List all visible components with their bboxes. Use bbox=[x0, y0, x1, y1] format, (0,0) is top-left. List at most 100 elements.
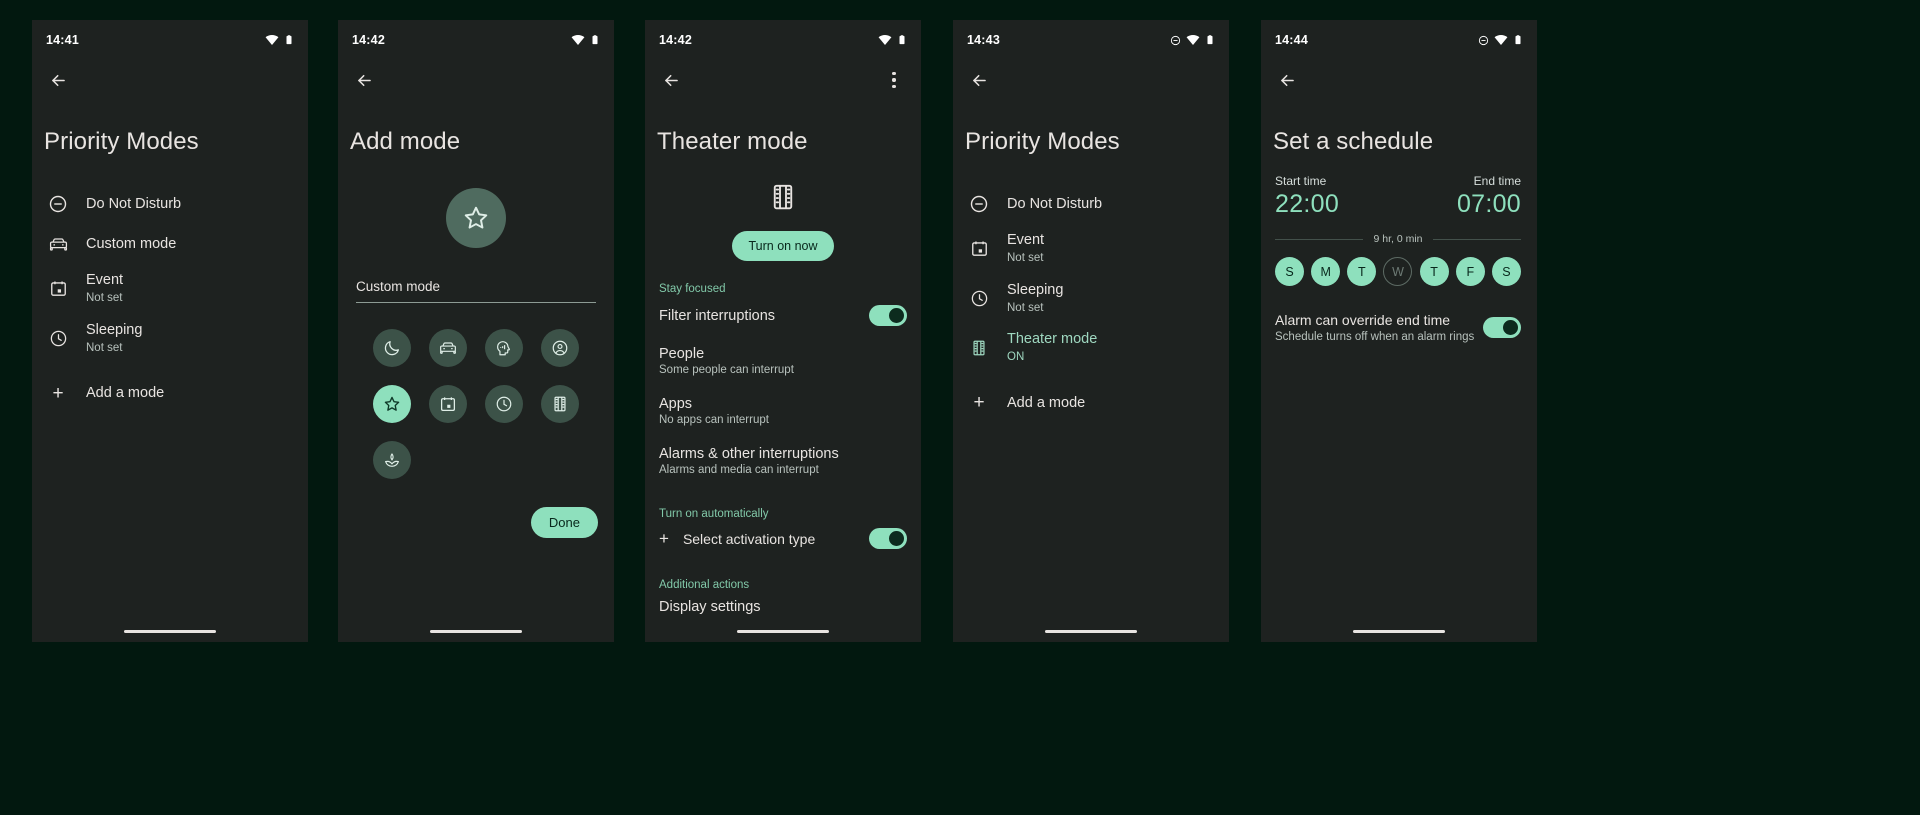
status-icon-group bbox=[1170, 33, 1215, 47]
screenshot-stage: 14:41 Priority Modes Do Not Disturb Cust… bbox=[0, 0, 1920, 815]
page-title: Priority Modes bbox=[965, 128, 1120, 155]
back-arrow-icon[interactable] bbox=[45, 67, 71, 93]
day-chip-sunday[interactable]: S bbox=[1275, 257, 1304, 286]
status-icon-group bbox=[1478, 33, 1523, 47]
spa-flower-icon[interactable] bbox=[373, 441, 411, 479]
mode-text: Do Not Disturb bbox=[86, 195, 181, 213]
home-indicator bbox=[1353, 630, 1445, 633]
page-title: Set a schedule bbox=[1273, 128, 1434, 155]
turn-on-container: Turn on now bbox=[645, 231, 921, 261]
day-chip-saturday[interactable]: S bbox=[1491, 257, 1521, 286]
moon-icon[interactable] bbox=[373, 329, 411, 367]
mode-row-do-not-disturb[interactable]: Do Not Disturb bbox=[32, 184, 308, 224]
wifi-icon bbox=[1186, 35, 1200, 45]
add-mode-label: Add a mode bbox=[1007, 394, 1086, 411]
star-icon[interactable] bbox=[373, 385, 411, 423]
plus-icon: + bbox=[973, 392, 985, 414]
mode-row-sleeping[interactable]: Sleeping Not set bbox=[32, 314, 308, 364]
more-vert-icon[interactable] bbox=[883, 68, 905, 92]
start-time-label: Start time bbox=[1275, 174, 1327, 188]
toggle-knob bbox=[889, 308, 904, 323]
status-bar: 14:43 bbox=[953, 20, 1229, 60]
setting-title: Alarms & other interruptions bbox=[659, 446, 839, 462]
page-title: Add mode bbox=[350, 128, 461, 155]
home-indicator bbox=[737, 630, 829, 633]
mode-subtitle: Not set bbox=[86, 292, 123, 305]
battery-icon bbox=[592, 35, 598, 45]
status-clock: 14:41 bbox=[46, 33, 79, 47]
mode-text: Theater mode ON bbox=[1007, 330, 1097, 366]
back-arrow-icon[interactable] bbox=[966, 67, 992, 93]
setting-row-alarm-override[interactable]: Alarm can override end time Schedule tur… bbox=[1261, 286, 1537, 343]
alarm-override-subtitle: Schedule turns off when an alarm rings bbox=[1275, 331, 1475, 343]
start-time-block[interactable]: Start time 22:00 bbox=[1275, 174, 1339, 219]
setting-text: People Some people can interrupt bbox=[659, 346, 794, 376]
mode-row-sleeping[interactable]: Sleeping Not set bbox=[953, 274, 1229, 324]
battery-icon bbox=[899, 35, 905, 45]
back-arrow-icon[interactable] bbox=[1274, 67, 1300, 93]
dnd-small-icon bbox=[1478, 35, 1489, 45]
head-sound-icon[interactable] bbox=[485, 329, 523, 367]
mode-row-event[interactable]: Event Not set bbox=[953, 224, 1229, 274]
day-chip-monday[interactable]: M bbox=[1311, 257, 1341, 286]
mode-row-event[interactable]: Event Not set bbox=[32, 264, 308, 314]
turn-on-now-button[interactable]: Turn on now bbox=[732, 231, 834, 261]
mode-subtitle: Not set bbox=[1007, 301, 1044, 314]
person-circle-icon[interactable] bbox=[541, 329, 579, 367]
back-arrow-icon[interactable] bbox=[351, 67, 377, 93]
mode-row-do-not-disturb[interactable]: Do Not Disturb bbox=[953, 184, 1229, 224]
setting-text: Apps No apps can interrupt bbox=[659, 396, 769, 426]
day-chip-friday[interactable]: F bbox=[1455, 257, 1485, 286]
setting-row-apps[interactable]: Apps No apps can interrupt bbox=[645, 386, 921, 436]
mode-name-input[interactable]: Custom mode bbox=[356, 278, 596, 303]
clock-icon bbox=[46, 326, 70, 350]
status-clock: 14:43 bbox=[967, 33, 1000, 47]
setting-subtitle: Some people can interrupt bbox=[659, 364, 794, 376]
activation-left: + Select activation type bbox=[659, 530, 815, 547]
battery-icon bbox=[1515, 35, 1521, 45]
filter-interruptions-toggle[interactable] bbox=[869, 305, 907, 326]
car-icon[interactable] bbox=[429, 329, 467, 367]
phone-screen-add-mode: 14:42 Add mode Custom mode Done bbox=[338, 20, 614, 642]
status-bar: 14:44 bbox=[1261, 20, 1537, 60]
setting-row-alarms[interactable]: Alarms & other interruptions Alarms and … bbox=[645, 436, 921, 486]
done-button-container: Done bbox=[338, 479, 614, 538]
setting-row-people[interactable]: People Some people can interrupt bbox=[645, 336, 921, 386]
mode-list: Do Not Disturb Event Not set Sleeping No… bbox=[953, 184, 1229, 423]
setting-row-select-activation-type[interactable]: + Select activation type bbox=[645, 520, 921, 557]
film-strip-icon[interactable] bbox=[541, 385, 579, 423]
start-time-value: 22:00 bbox=[1275, 190, 1340, 218]
mode-row-theater-mode[interactable]: Theater mode ON bbox=[953, 323, 1229, 373]
duration-line-right bbox=[1432, 238, 1521, 240]
day-chip-thursday[interactable]: T bbox=[1419, 257, 1449, 286]
done-button[interactable]: Done bbox=[530, 507, 598, 538]
day-chip-tuesday[interactable]: T bbox=[1347, 257, 1377, 286]
end-time-label: End time bbox=[1473, 174, 1521, 188]
setting-row-display-settings[interactable]: Display settings bbox=[645, 591, 921, 615]
back-arrow-icon[interactable] bbox=[658, 67, 684, 93]
add-mode-button[interactable]: + Add a mode bbox=[953, 383, 1229, 423]
home-indicator bbox=[430, 630, 522, 633]
alarm-override-toggle[interactable] bbox=[1483, 317, 1521, 338]
activation-toggle[interactable] bbox=[869, 528, 907, 549]
film-strip-icon bbox=[768, 182, 798, 217]
end-time-block[interactable]: End time 07:00 bbox=[1457, 174, 1521, 219]
day-chip-wednesday[interactable]: W bbox=[1383, 257, 1413, 286]
alarm-override-text: Alarm can override end time Schedule tur… bbox=[1275, 312, 1474, 343]
setting-row-filter-interruptions[interactable]: Filter interruptions bbox=[645, 295, 921, 336]
end-time-value: 07:00 bbox=[1456, 190, 1521, 218]
mode-title: Sleeping bbox=[86, 321, 143, 338]
nav-row bbox=[1261, 60, 1537, 100]
add-mode-button[interactable]: + Add a mode bbox=[32, 373, 308, 413]
phone-screen-set-a-schedule: 14:44 Set a schedule Start time 22:00 En… bbox=[1261, 20, 1537, 642]
mode-row-custom-mode[interactable]: Custom mode bbox=[32, 224, 308, 264]
mode-title: Sleeping bbox=[1007, 281, 1064, 298]
clock-icon[interactable] bbox=[485, 385, 523, 423]
calendar-icon[interactable] bbox=[429, 385, 467, 423]
calendar-icon bbox=[46, 277, 70, 301]
setting-subtitle: Alarms and media can interrupt bbox=[659, 464, 819, 476]
wifi-icon bbox=[571, 35, 585, 45]
star-icon[interactable] bbox=[446, 188, 506, 248]
setting-title: Apps bbox=[659, 396, 693, 412]
hero-icon-container bbox=[645, 182, 921, 217]
